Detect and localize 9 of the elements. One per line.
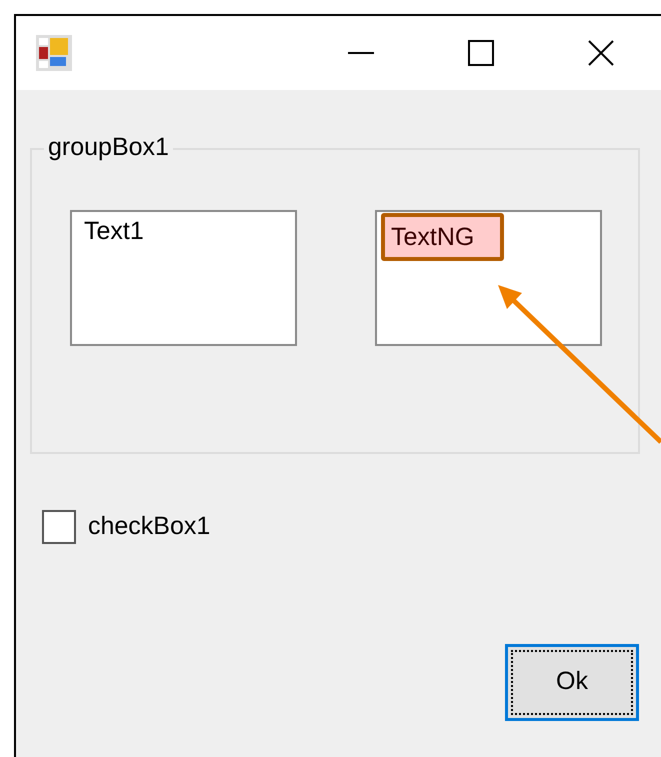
- maximize-icon[interactable]: [468, 40, 494, 66]
- app-icon: [36, 35, 72, 71]
- text-field[interactable]: TextNG: [375, 210, 602, 346]
- checkbox-label[interactable]: checkBox1: [88, 508, 210, 546]
- checkbox[interactable]: [42, 510, 76, 544]
- text-field[interactable]: Text1: [70, 210, 297, 346]
- highlight-box: TextNG: [381, 213, 504, 261]
- close-icon[interactable]: [588, 40, 614, 66]
- ok-button[interactable]: Ok: [505, 644, 639, 720]
